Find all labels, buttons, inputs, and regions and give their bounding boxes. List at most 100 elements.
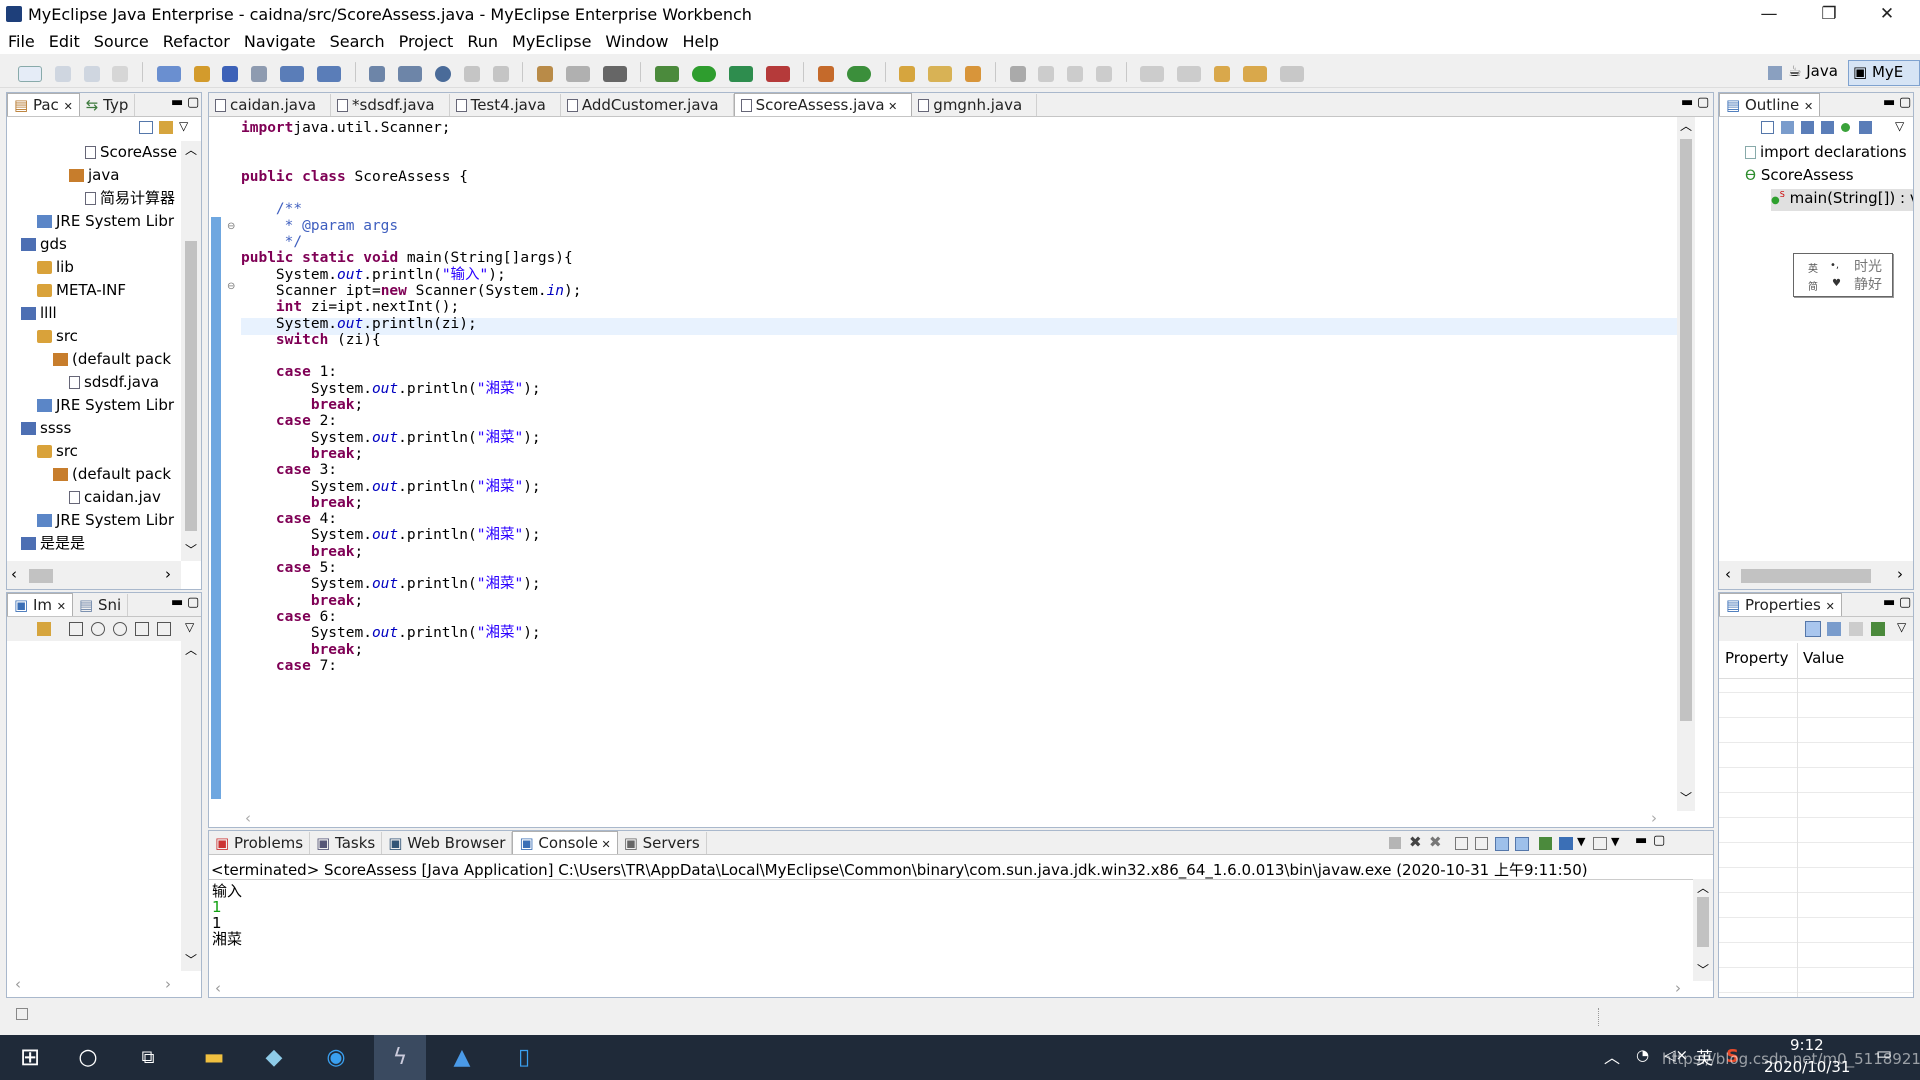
outline-item-imports[interactable]: import declarations [1745,143,1907,161]
scroll-lock-icon[interactable] [1475,837,1488,850]
scroll-right-icon[interactable]: › [1897,565,1903,583]
scroll-thumb[interactable] [185,241,197,531]
deploy-icon[interactable] [280,66,305,82]
run-icon[interactable] [691,66,716,82]
tablet-app-icon[interactable]: ▯ [498,1035,550,1080]
tree-item[interactable]: (default pack [7,348,181,371]
perspective-java[interactable]: ☕ Java [1788,62,1838,80]
scroll-thumb[interactable] [29,569,53,583]
collapse-all-icon[interactable] [139,121,153,134]
hide-local-types-icon[interactable] [1859,121,1872,134]
tree-item[interactable]: 是是是 [7,532,181,555]
sort-icon[interactable] [1781,121,1794,134]
globe-icon[interactable] [434,66,451,82]
scroll-up-icon[interactable]: ︿ [185,641,197,658]
task-icon[interactable] [965,66,981,82]
close-icon[interactable]: ✕ [64,100,73,113]
maximize-view-icon[interactable]: ▢ [187,595,199,610]
maximize-view-icon[interactable]: ▢ [1899,95,1911,110]
new-class-icon[interactable] [818,66,835,82]
minimize-view-icon[interactable]: ▬ [1883,595,1895,610]
tab-snippets[interactable]: ▤ Sni [73,594,129,616]
open-folder-icon[interactable] [899,66,916,82]
editor-tab[interactable]: ScoreAssess.java ✕ [733,93,913,116]
view-menu-icon[interactable]: ▽ [185,620,194,634]
ime-status-widget[interactable]: 英 简 •, ♥ 时光 静好 [1793,253,1893,297]
categories-icon[interactable] [1805,621,1821,637]
qq-icon[interactable]: ◉ [310,1035,362,1080]
print-icon[interactable] [112,66,129,82]
tree-item[interactable]: 简易计算器 [7,187,181,210]
scroll-down-icon[interactable]: ﹀ [1697,961,1709,978]
view-menu-icon[interactable]: ▽ [179,119,188,133]
fit-icon[interactable] [69,622,83,636]
close-icon[interactable]: ✕ [57,600,66,613]
minimize-button[interactable]: — [1742,0,1796,30]
refresh-icon[interactable] [37,622,51,636]
minimize-view-icon[interactable]: ▬ [171,95,183,110]
bottom-tab[interactable]: ▣ Tasks [310,832,383,854]
rotate-icon[interactable] [157,622,171,636]
fast-view-icon[interactable] [16,1008,28,1020]
tab-properties[interactable]: ▤ Properties ✕ [1719,593,1842,616]
tab-package-explorer[interactable]: ▤ Pac ✕ [7,93,80,116]
show-stdout-icon[interactable] [1495,837,1509,851]
remove-all-icon[interactable]: ✖ [1429,833,1442,851]
scroll-right-icon[interactable]: › [165,565,171,583]
pin-console-icon[interactable] [1539,837,1552,850]
tree-item[interactable]: ssss [7,417,181,440]
format-icon[interactable] [1067,66,1084,82]
scroll-up-icon[interactable]: ︿ [185,141,197,158]
menu-run[interactable]: Run [467,30,498,54]
display-console-icon[interactable] [1559,837,1573,850]
image-vertical-scrollbar[interactable]: ︿ ﹀ [181,641,201,971]
tree-item[interactable]: lib [7,256,181,279]
annotation-icon[interactable] [1009,66,1026,82]
close-icon[interactable]: ✕ [1826,600,1835,613]
scroll-up-icon[interactable]: ︿ [1697,879,1709,896]
maximize-view-icon[interactable]: ▢ [1899,595,1911,610]
server-icon[interactable] [316,66,341,82]
maximize-view-icon[interactable]: ▢ [1653,833,1665,848]
scroll-down-icon[interactable]: ﹀ [1680,789,1692,806]
comment-icon[interactable] [1095,66,1112,82]
save-all-icon[interactable] [83,66,100,82]
editor-horizontal-scrollbar[interactable]: ‹ › [237,809,1677,827]
menu-myeclipse[interactable]: MyEclipse [512,30,591,54]
scroll-left-icon[interactable]: ‹ [245,809,251,827]
tree-item[interactable]: gds [7,233,181,256]
save-icon[interactable] [54,66,71,82]
fold-icon[interactable]: ⊖ [227,281,235,292]
windows-start-icon[interactable]: ⊞ [4,1035,56,1080]
tree-item[interactable]: sdsdf.java [7,371,181,394]
tree-item[interactable]: JRE System Libr [7,509,181,532]
debug-icon[interactable] [655,66,680,82]
property-column-header[interactable]: Property [1725,649,1788,667]
editor-tab[interactable]: *sdsdf.java [331,94,450,116]
scroll-up-icon[interactable]: ︿ [1680,117,1692,134]
scroll-down-icon[interactable]: ﹀ [185,951,197,968]
camera-icon[interactable] [602,66,627,82]
menu-search[interactable]: Search [330,30,385,54]
fold-icon[interactable]: ⊖ [227,221,235,232]
prev-annotation-icon[interactable] [1177,66,1202,82]
cortana-search-icon[interactable]: ○ [62,1035,114,1080]
minimize-view-icon[interactable]: ▬ [1883,95,1895,110]
view-menu-icon[interactable]: ▽ [1895,119,1904,133]
tree-item[interactable]: src [7,325,181,348]
menu-file[interactable]: File [8,30,35,54]
terminate-icon[interactable] [1389,837,1401,849]
last-edit-icon[interactable] [1214,66,1231,82]
zoom-out-icon[interactable] [91,622,105,636]
scroll-left-icon[interactable]: ‹ [15,975,21,993]
scroll-left-icon[interactable]: ‹ [1725,565,1731,583]
open-type-icon[interactable] [193,66,210,82]
pin-icon[interactable] [1871,622,1885,636]
tab-type-hierarchy[interactable]: ⇆ Typ [80,94,136,116]
hide-static-icon[interactable] [1821,121,1834,134]
value-column-header[interactable]: Value [1803,649,1844,667]
external-tools-icon[interactable] [765,66,790,82]
myeclipse-taskbar-icon[interactable]: ϟ [374,1035,426,1080]
restore-button[interactable]: ❐ [1802,0,1856,30]
bottom-tab[interactable]: ▣ Web Browser [382,832,513,854]
